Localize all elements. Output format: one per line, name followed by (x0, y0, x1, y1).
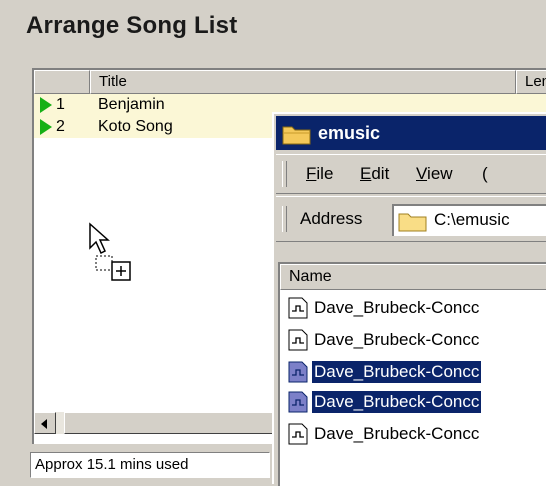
toolbar-grip[interactable] (282, 206, 287, 232)
menu-bar: File Edit View ( (276, 154, 546, 194)
file-row[interactable]: Dave_Brubeck-Concc (280, 326, 546, 354)
drag-copy-cursor-icon (89, 222, 131, 281)
file-row-selected[interactable]: Dave_Brubeck-Concc (280, 388, 546, 416)
usage-status: Approx 15.1 mins used (30, 452, 270, 478)
address-label: Address (300, 209, 363, 228)
file-name: Dave_Brubeck-Concc (312, 361, 482, 383)
menu-edit[interactable]: Edit (360, 164, 389, 184)
column-header-number[interactable] (34, 70, 90, 94)
horizontal-scrollbar[interactable] (34, 412, 274, 434)
file-name: Dave_Brubeck-Concc (314, 330, 480, 349)
column-header-name[interactable]: Name (280, 264, 546, 290)
window-title-bar[interactable]: emusic (276, 116, 546, 150)
file-name: Dave_Brubeck-Concc (314, 298, 480, 317)
song-number: 1 (56, 96, 65, 113)
play-icon (40, 97, 52, 113)
folder-icon (282, 126, 311, 145)
column-header-length[interactable]: Leng (516, 70, 546, 94)
file-row-selected[interactable]: Dave_Brubeck-Concc (280, 358, 546, 386)
folder-icon (398, 213, 427, 232)
file-list[interactable]: Name Dave_Brubeck-Concc Dave_Brubeck-Con… (278, 262, 546, 486)
address-value: C:\emusic (434, 210, 510, 229)
file-row[interactable]: Dave_Brubeck-Concc (280, 420, 546, 448)
play-icon (40, 119, 52, 135)
page-title: Arrange Song List (26, 12, 238, 39)
audio-file-icon (288, 329, 308, 351)
column-header-title[interactable]: Title (90, 70, 516, 94)
arrow-left-icon (41, 419, 47, 429)
scroll-thumb[interactable] (64, 412, 274, 434)
song-title: Koto Song (98, 118, 173, 135)
explorer-window[interactable]: emusic File Edit View ( Address C:\emusi… (272, 112, 546, 486)
file-row[interactable]: Dave_Brubeck-Concc (280, 294, 546, 322)
audio-file-icon (288, 361, 308, 383)
audio-file-icon (288, 297, 308, 319)
audio-file-icon (288, 391, 308, 413)
menu-view[interactable]: View (416, 164, 453, 184)
address-bar: Address C:\emusic (276, 196, 546, 242)
scroll-left-button[interactable] (34, 412, 56, 434)
file-name: Dave_Brubeck-Concc (314, 424, 480, 443)
menu-more[interactable]: ( (482, 164, 488, 184)
window-title: emusic (318, 123, 381, 143)
song-title: Benjamin (98, 96, 165, 113)
address-field[interactable]: C:\emusic (392, 204, 546, 236)
toolbar-grip[interactable] (282, 161, 287, 187)
audio-file-icon (288, 423, 308, 445)
song-number: 2 (56, 118, 65, 135)
file-name: Dave_Brubeck-Concc (312, 391, 482, 413)
menu-file[interactable]: File (306, 164, 333, 184)
